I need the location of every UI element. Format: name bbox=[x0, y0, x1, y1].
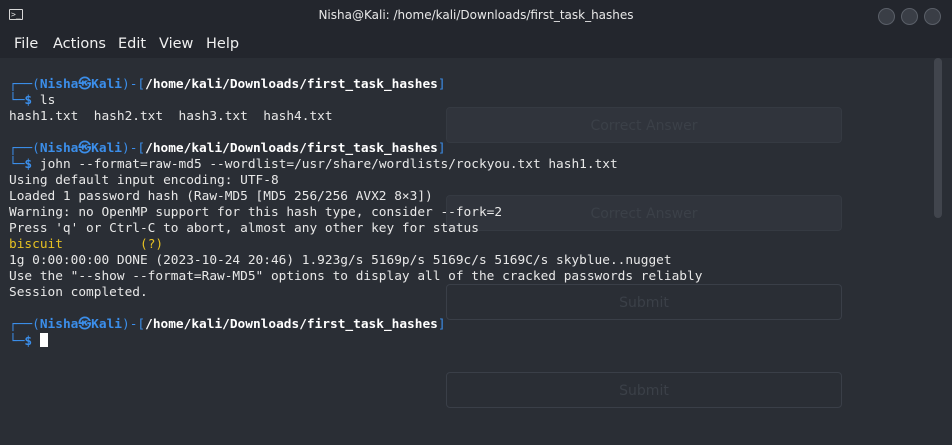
title-bar: >_ Nisha@Kali: /home/kali/Downloads/firs… bbox=[0, 0, 952, 32]
submit-button[interactable]: Submit bbox=[446, 284, 842, 320]
command-line: └─$ john --format=raw-md5 --wordlist=/us… bbox=[9, 157, 618, 172]
command-line: └─$ ls bbox=[9, 93, 56, 108]
scrollbar[interactable] bbox=[934, 58, 942, 218]
output-line: Warning: no OpenMP support for this hash… bbox=[9, 205, 503, 220]
menu-actions[interactable]: Actions bbox=[53, 36, 106, 52]
submit-button[interactable]: Submit bbox=[446, 372, 842, 408]
correct-answer-button[interactable]: Correct Answer bbox=[446, 195, 842, 231]
output-line: Loaded 1 password hash (Raw-MD5 [MD5 256… bbox=[9, 189, 433, 204]
output-line: hash1.txt hash2.txt hash3.txt hash4.txt bbox=[9, 109, 333, 124]
cracked-password: biscuit bbox=[9, 237, 63, 252]
menu-view[interactable]: View bbox=[159, 36, 193, 52]
output-line: Using default input encoding: UTF-8 bbox=[9, 173, 279, 188]
menu-file[interactable]: File bbox=[14, 36, 38, 52]
prompt-line: ┌──(Nisha㉿Kali)-[/home/kali/Downloads/fi… bbox=[9, 317, 446, 332]
output-line: Session completed. bbox=[9, 285, 148, 300]
prompt-line: ┌──(Nisha㉿Kali)-[/home/kali/Downloads/fi… bbox=[9, 141, 446, 156]
output-line: Press 'q' or Ctrl-C to abort, almost any… bbox=[9, 221, 479, 236]
correct-answer-button[interactable]: Correct Answer bbox=[446, 107, 842, 143]
cracked-line: biscuit (?) bbox=[9, 237, 164, 252]
minimize-button[interactable] bbox=[878, 8, 895, 25]
command-line[interactable]: └─$ bbox=[9, 333, 48, 350]
output-line: Use the "--show --format=Raw-MD5" option… bbox=[9, 269, 703, 284]
close-button[interactable] bbox=[924, 8, 941, 25]
menu-bar: File Actions Edit View Help bbox=[0, 32, 952, 58]
maximize-button[interactable] bbox=[901, 8, 918, 25]
menu-help[interactable]: Help bbox=[206, 36, 239, 52]
prompt-line: ┌──(Nisha㉿Kali)-[/home/kali/Downloads/fi… bbox=[9, 77, 446, 92]
output-line: 1g 0:00:00:00 DONE (2023-10-24 20:46) 1.… bbox=[9, 253, 672, 268]
window-title: Nisha@Kali: /home/kali/Downloads/first_t… bbox=[318, 8, 634, 22]
menu-edit[interactable]: Edit bbox=[118, 36, 146, 52]
text-cursor bbox=[39, 333, 48, 347]
